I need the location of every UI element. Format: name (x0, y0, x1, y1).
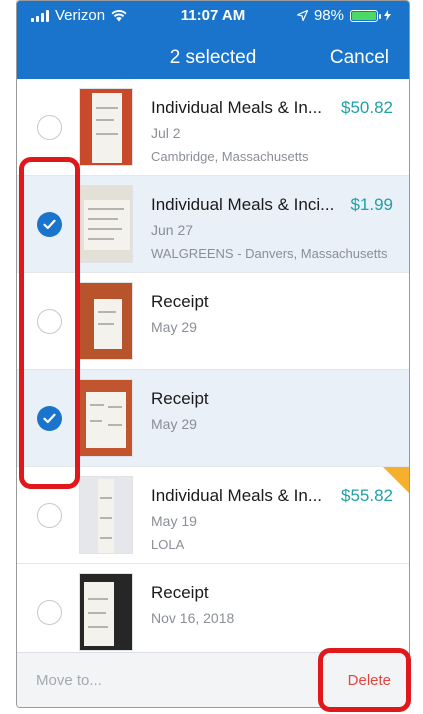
header-bar: Verizon 11:07 AM 98% 2 selected Cancel (17, 1, 409, 79)
checkmark-icon (43, 219, 56, 230)
receipt-thumbnail[interactable] (79, 88, 133, 166)
receipt-row[interactable]: Receipt May 29 (17, 370, 409, 467)
receipt-row[interactable]: Individual Meals & In... $55.82 May 19 LOLA (17, 467, 409, 564)
receipt-amount: $50.82 (341, 98, 393, 117)
receipt-location: Cambridge, Massachusetts (151, 149, 309, 164)
receipt-thumbnail[interactable] (79, 476, 133, 554)
receipt-amount: $1.99 (350, 195, 393, 214)
receipt-date: May 29 (151, 416, 197, 432)
receipt-name: Receipt (151, 583, 209, 602)
checkbox-checked[interactable] (37, 406, 62, 431)
receipt-thumbnail[interactable] (79, 185, 133, 263)
delete-button[interactable]: Delete (348, 672, 391, 689)
receipt-location: WALGREENS - Danvers, Massachusetts (151, 246, 388, 261)
cancel-button[interactable]: Cancel (330, 47, 389, 69)
checkmark-icon (43, 413, 56, 424)
receipt-date: Nov 16, 2018 (151, 610, 235, 626)
receipt-date: May 29 (151, 319, 197, 335)
receipt-name: Individual Meals & In... (151, 98, 323, 117)
flag-corner-badge (383, 467, 409, 493)
move-to-button[interactable]: Move to... (36, 672, 102, 689)
location-arrow-icon (296, 10, 308, 21)
phone-screen: Verizon 11:07 AM 98% 2 selected Cancel I… (16, 0, 410, 708)
checkbox-unchecked[interactable] (37, 115, 62, 140)
battery-percent: 98% (313, 7, 344, 24)
bottom-toolbar: Move to... Delete (17, 652, 409, 707)
charging-bolt-icon (384, 10, 391, 21)
receipt-name: Individual Meals & Inci... (151, 195, 335, 214)
receipt-row[interactable]: Individual Meals & In... $50.82 Jul 2 Cambr… (17, 79, 409, 176)
receipt-date: Jun 27 (151, 222, 194, 238)
receipt-location: LOLA (151, 537, 185, 552)
receipt-thumbnail[interactable] (79, 379, 133, 457)
receipt-thumbnail[interactable] (79, 282, 133, 360)
receipt-name: Receipt (151, 389, 209, 408)
status-bar: Verizon 11:07 AM 98% (17, 1, 409, 31)
checkbox-unchecked[interactable] (37, 309, 62, 334)
checkbox-unchecked[interactable] (37, 503, 62, 528)
receipt-list[interactable]: Individual Meals & In... $50.82 Jul 2 Cambr… (17, 79, 409, 652)
checkbox-checked[interactable] (37, 212, 62, 237)
receipt-row[interactable]: Receipt May 29 (17, 273, 409, 370)
receipt-date: Jul 2 (151, 125, 181, 141)
battery-icon (350, 9, 381, 22)
receipt-row[interactable]: Receipt Nov 16, 2018 (17, 564, 409, 652)
receipt-row[interactable]: Individual Meals & Inci... $1.99 Jun 27 WAL… (17, 176, 409, 273)
receipt-date: May 19 (151, 513, 197, 529)
checkbox-unchecked[interactable] (37, 600, 62, 625)
receipt-name: Individual Meals & In... (151, 486, 323, 505)
receipt-thumbnail[interactable] (79, 573, 133, 651)
receipt-name: Receipt (151, 292, 209, 311)
